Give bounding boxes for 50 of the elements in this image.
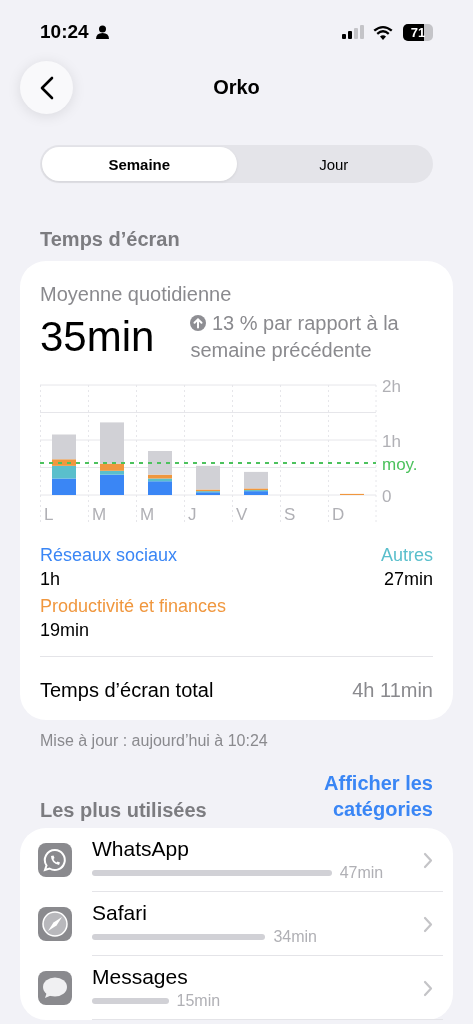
day-label: M <box>140 505 155 525</box>
chevron-icon <box>423 979 433 997</box>
compass-icon <box>38 907 72 942</box>
day-label: J <box>188 505 197 525</box>
average-value: 35min <box>40 312 155 361</box>
app-row[interactable]: Messages 15min <box>38 956 453 1021</box>
app-row[interactable]: WhatsApp 47min <box>38 828 453 893</box>
total-label: Temps d’écran total <box>40 679 214 703</box>
trend-text: 13 % par rapport à la semaine précédente <box>190 311 400 363</box>
category-label: Productivité et finances <box>40 594 228 618</box>
category-label: Réseaux sociaux <box>40 544 179 568</box>
category-label: Autres <box>380 544 433 568</box>
back-button[interactable] <box>20 61 73 114</box>
message-bubble-icon <box>38 971 72 1006</box>
app-name: Safari <box>92 900 147 925</box>
update-note: Mise à jour : aujourd’hui à 10:24 <box>40 732 269 751</box>
chat-bubble-icon <box>38 843 72 878</box>
arrow-up-icon <box>190 315 207 331</box>
chevron-icon <box>423 851 433 869</box>
day-label: V <box>236 505 248 525</box>
segment-tab[interactable]: Jour <box>236 147 431 181</box>
wifi-icon <box>373 24 393 40</box>
usage-time: 34min <box>273 927 317 946</box>
category-time: 1h <box>40 568 62 592</box>
chevron-icon <box>423 915 433 933</box>
app-name: WhatsApp <box>92 836 189 861</box>
status-time: 10:24 <box>40 21 89 43</box>
app-row[interactable]: Safari 34min <box>38 892 453 957</box>
category-time: 19min <box>40 619 91 643</box>
chevron-left-icon <box>39 75 54 100</box>
day-label: D <box>332 505 345 525</box>
total-value: 4h 11min <box>352 679 433 703</box>
section-header: Les plus utilisées <box>40 799 207 823</box>
day-label: S <box>284 505 296 525</box>
average-label-mark: moy. <box>382 455 418 475</box>
day-label: L <box>44 505 54 525</box>
axis-label: 2h <box>382 377 401 397</box>
usage-time: 15min <box>176 991 221 1010</box>
day-label: M <box>92 505 107 525</box>
section-header: Temps d’écran <box>40 228 181 251</box>
app-name: Messages <box>92 964 188 989</box>
screen-title: Orko <box>213 75 260 99</box>
axis-label: 1h <box>382 432 401 452</box>
average-label: Moyenne quotidienne <box>40 283 233 306</box>
person-icon <box>95 25 109 39</box>
axis-label: 0 <box>382 487 392 507</box>
usage-time: 47min <box>339 863 384 882</box>
segment-tab[interactable]: Semaine <box>42 147 237 181</box>
category-time: 27min <box>383 568 433 592</box>
signal-icon <box>342 25 366 39</box>
